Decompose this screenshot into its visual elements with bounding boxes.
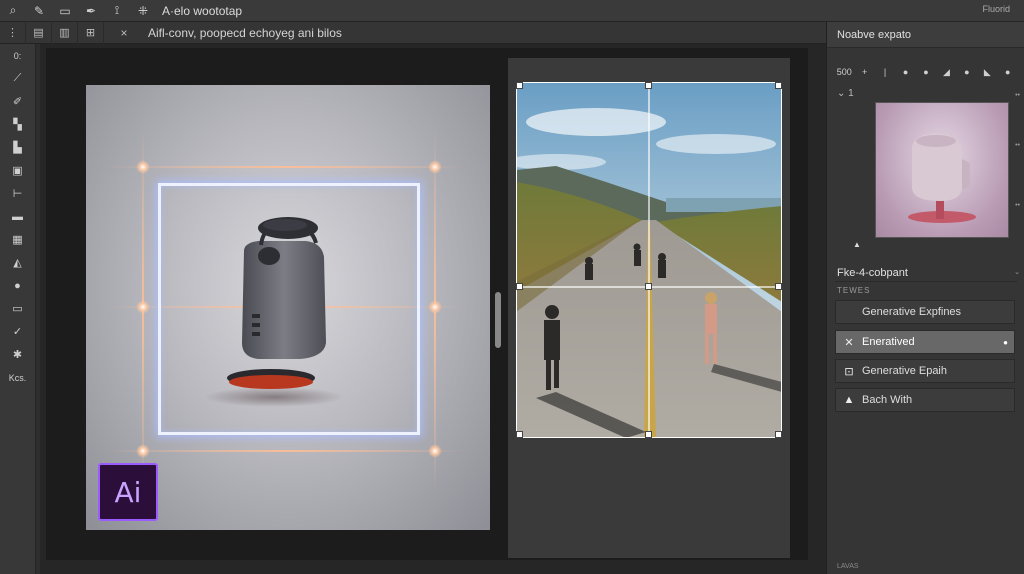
folder-icon[interactable]: ▭: [52, 0, 78, 22]
warp-icon[interactable]: ⟟: [104, 0, 130, 22]
layers-icon[interactable]: ▥: [52, 21, 78, 44]
road-photo[interactable]: [516, 82, 782, 438]
crop-handle[interactable]: [645, 82, 652, 89]
ellipse-tool-icon[interactable]: ●: [0, 274, 35, 297]
side-ticks: ••: [1015, 92, 1020, 99]
sparkle-icon: ⊡: [844, 365, 854, 378]
crop-handle[interactable]: [516, 283, 523, 290]
panel-tool-row: 500 + | ● ● ◢ ● ◣ ●: [835, 62, 1017, 82]
panel-splitter-handle[interactable]: [495, 292, 501, 348]
menu-item-generative-epaih[interactable]: ⊡ Generative Epaih: [835, 359, 1015, 383]
triangle-icon[interactable]: ◢: [937, 67, 955, 78]
close-doc-button[interactable]: ×: [104, 26, 144, 40]
circle-icon[interactable]: ●: [896, 67, 914, 77]
shape-tool-icon[interactable]: ▣: [0, 159, 35, 182]
star-tool-icon[interactable]: ✱: [0, 343, 35, 366]
road-scene-image: [516, 82, 782, 438]
tool-bar: 0: ⟋ ✐ ▚ ▙ ▣ ⊢ ▬ ▦ ◭ ● ▭ ✓ ✱ Kcs.: [0, 44, 36, 574]
menu-item-bach-with[interactable]: ▲ Bach With: [835, 388, 1015, 412]
workspace-label[interactable]: Fluorid: [982, 4, 1010, 14]
side-ticks: ••: [1015, 202, 1020, 209]
doc-icon[interactable]: ▤: [26, 21, 52, 44]
angle-icon[interactable]: ◣: [978, 67, 996, 78]
menu-item-eneratived[interactable]: ✕ Eneratived ●: [835, 330, 1015, 354]
crop-handle[interactable]: [775, 82, 782, 89]
selection-box[interactable]: [158, 183, 420, 435]
section-title[interactable]: Fke-4-cobpant: [835, 264, 1017, 282]
transform-icon[interactable]: ⊞: [78, 21, 104, 44]
dot-small-icon[interactable]: ●: [999, 67, 1017, 77]
toolbar-bottom-label: Kcs.: [8, 372, 27, 383]
options-bar: ⋮ ▤ ▥ ⊞ × Aifl-conv, poopecd echoyeg ani…: [0, 21, 826, 44]
rect-tool-icon[interactable]: ▬: [0, 205, 35, 228]
crop-handle[interactable]: [775, 283, 782, 290]
panel-header[interactable]: Noabve expato: [827, 22, 1024, 48]
pen-tool-icon[interactable]: ✐: [0, 90, 35, 113]
toolbar-top-label: 0:: [13, 50, 22, 61]
hand-tool-icon[interactable]: ▭: [0, 297, 35, 320]
frame-tool-icon[interactable]: ▦: [0, 228, 35, 251]
menu-item-label: Generative Expfines: [862, 306, 962, 318]
thumbnail-object: [908, 133, 976, 223]
crop-handle[interactable]: [645, 431, 652, 438]
crop-handle[interactable]: [775, 431, 782, 438]
crop-handle[interactable]: [516, 431, 523, 438]
menubar: ⌕ ✎ ▭ ✒ ⟟ ⁜ A·elo woototap Fluorid: [0, 0, 1024, 22]
brush-tool-icon[interactable]: ▚: [0, 113, 35, 136]
move-icon[interactable]: ⁜: [130, 0, 156, 22]
check-tool-icon[interactable]: ✓: [0, 320, 35, 343]
app-title: A·elo woototap: [162, 3, 243, 18]
photo-column[interactable]: [508, 58, 790, 558]
play-icon[interactable]: ▲: [853, 240, 861, 249]
type-tool-icon[interactable]: ⊢: [0, 182, 35, 205]
frame-icon: ✕: [844, 336, 854, 349]
section-subtitle: TEWES: [837, 286, 871, 295]
illustrator-logo: Ai: [98, 463, 158, 521]
side-ticks: ⌄: [1014, 269, 1020, 276]
panel-footer: LAVAS: [837, 563, 859, 570]
menu-item-label: Eneratived: [862, 336, 915, 348]
line-icon[interactable]: |: [876, 67, 894, 77]
menu-item-generative-expfines[interactable]: Generative Expfines: [835, 300, 1015, 324]
document-tab-title[interactable]: Aifl-conv, poopecd echoyeg ani bilos: [148, 26, 342, 40]
plus-icon[interactable]: +: [855, 67, 873, 77]
artboard[interactable]: Ai: [46, 48, 808, 560]
product-render-image[interactable]: Ai: [86, 85, 490, 530]
side-ticks: ••: [1015, 142, 1020, 149]
menu-item-label: Generative Epaih: [862, 365, 947, 377]
brush-icon[interactable]: ✎: [26, 0, 52, 22]
search-icon[interactable]: ⌕: [0, 0, 26, 22]
ring-icon[interactable]: ●: [958, 67, 976, 77]
fill-tool-icon[interactable]: ◭: [0, 251, 35, 274]
mountain-icon: ▲: [843, 394, 855, 406]
size-label: 500: [836, 67, 852, 77]
select-tool-icon[interactable]: ⟋: [0, 67, 35, 90]
crop-tool-icon[interactable]: ▙: [0, 136, 35, 159]
chevron-icon: ●: [1003, 337, 1008, 347]
canvas-workspace[interactable]: Ai: [40, 44, 826, 574]
pen-icon[interactable]: ✒: [78, 0, 104, 22]
crop-handle[interactable]: [645, 283, 652, 290]
properties-panel: Noabve expato 500 + | ● ● ◢ ● ◣ ● ⌄ 1 ••…: [826, 22, 1024, 574]
preview-thumbnail[interactable]: [875, 102, 1009, 238]
crop-handle[interactable]: [516, 82, 523, 89]
grid-icon[interactable]: ⋮: [0, 21, 26, 44]
app-window: ⌕ ✎ ▭ ✒ ⟟ ⁜ A·elo woototap Fluorid ⋮ ▤ ▥…: [0, 0, 1024, 574]
collapse-label: 1: [848, 88, 854, 99]
menu-item-label: Bach With: [862, 394, 913, 406]
dot-icon[interactable]: ●: [917, 67, 935, 77]
collapse-toggle[interactable]: ⌄ 1: [837, 88, 854, 99]
